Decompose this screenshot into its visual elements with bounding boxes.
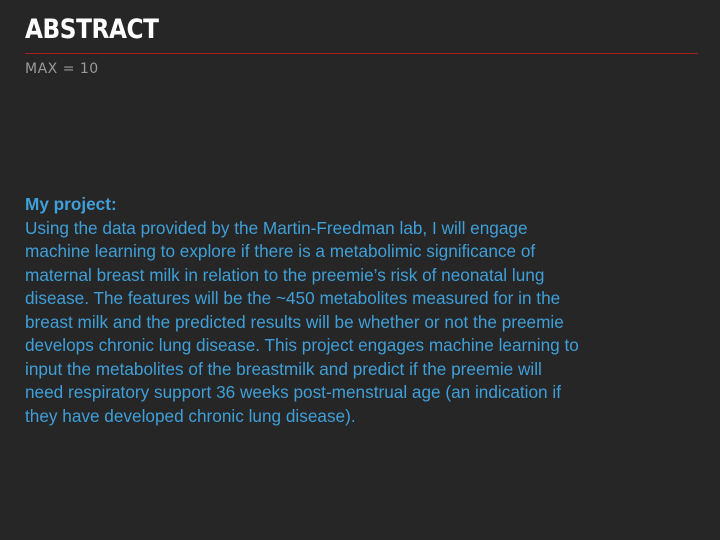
body-line: Using the data provided by the Martin-Fr… <box>25 217 528 238</box>
body-line: develops chronic lung disease. This proj… <box>25 335 579 355</box>
slide-subtitle: MAX = 10 <box>25 61 99 77</box>
slide: ABSTRACT MAX = 10 My project: Using the … <box>0 0 720 540</box>
title-divider <box>25 53 698 54</box>
slide-title: ABSTRACT <box>25 14 159 45</box>
body-line: breast milk and the predicted results wi… <box>25 311 564 332</box>
body-line: disease. The features will be the ~450 m… <box>25 288 561 308</box>
body-line: input the metabolites of the breastmilk … <box>25 358 542 379</box>
body-heading: My project: <box>25 194 117 214</box>
body-line: they have developed chronic lung disease… <box>25 405 356 426</box>
body-line: need respiratory support 36 weeks post-m… <box>25 382 561 402</box>
body-line: machine learning to explore if there is … <box>25 241 536 261</box>
body-line: maternal breast milk in relation to the … <box>25 264 545 285</box>
abstract-body: My project: Using the data provided by t… <box>25 193 705 428</box>
